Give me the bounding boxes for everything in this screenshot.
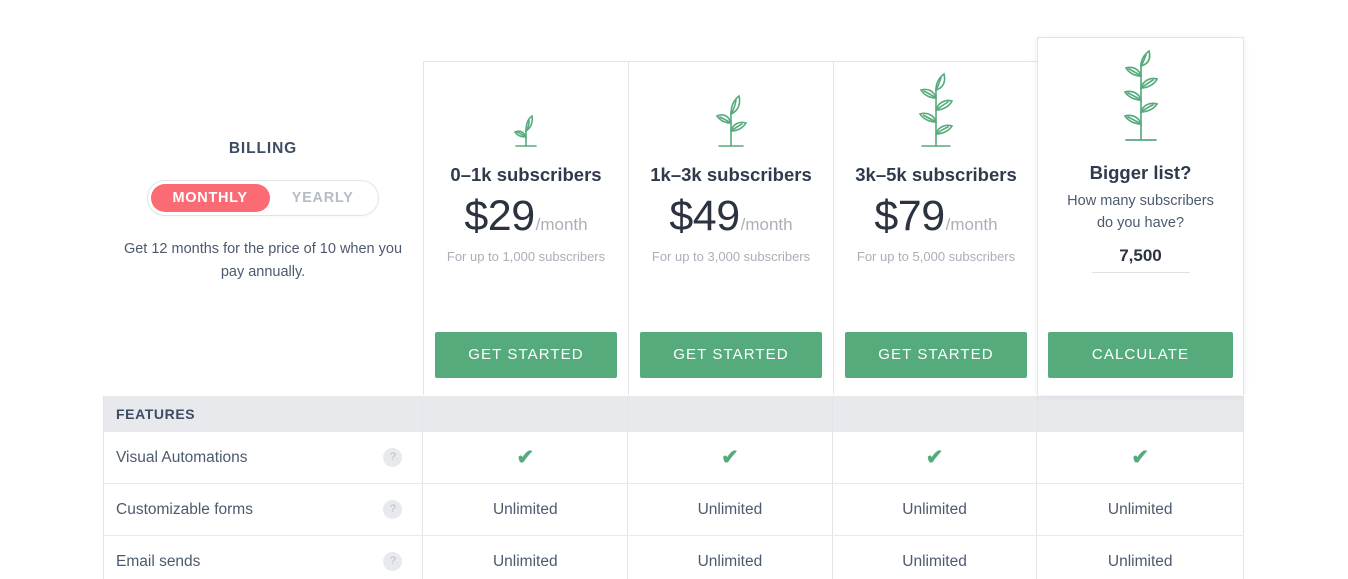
plan-period: /month xyxy=(945,215,998,234)
feature-label: Email sends xyxy=(116,552,201,570)
pricing-card-0-1k[interactable]: 0–1k subscribers $29 /month For up to 1,… xyxy=(423,61,629,395)
feature-value-cell: Unlimited xyxy=(423,536,629,579)
plan-title: 3k–5k subscribers xyxy=(855,164,1017,185)
get-started-button[interactable]: GET STARTED xyxy=(435,332,617,378)
plan-title: 1k–3k subscribers xyxy=(650,164,812,185)
custom-plan-question: How many subscribers do you have? xyxy=(1067,193,1214,231)
get-started-button[interactable]: GET STARTED xyxy=(845,332,1027,378)
plan-price: $79 xyxy=(874,192,945,240)
get-started-button[interactable]: GET STARTED xyxy=(640,332,822,378)
feature-value-cell: Unlimited xyxy=(628,484,833,535)
plan-price-row: $49 /month xyxy=(629,192,833,241)
feature-name-cell: Customizable forms ? xyxy=(104,484,424,535)
check-icon: ✔ xyxy=(516,446,535,469)
plan-subtext: For up to 1,000 subscribers xyxy=(446,249,606,264)
table-row: Customizable forms ? Unlimited Unlimited… xyxy=(103,484,1244,536)
column-divider xyxy=(1037,396,1038,432)
plant-large-icon xyxy=(834,62,1038,154)
feature-name-cell: Visual Automations ? xyxy=(104,432,424,483)
plan-price-row: $79 /month xyxy=(834,192,1038,241)
pricing-card-3k-5k[interactable]: 3k–5k subscribers $79 /month For up to 5… xyxy=(833,61,1039,395)
feature-value-cell: Unlimited xyxy=(833,484,1038,535)
toggle-option-monthly[interactable]: MONTHLY xyxy=(150,184,270,212)
feature-value-cell: ✔ xyxy=(628,432,833,483)
plant-tall-icon xyxy=(1038,38,1243,148)
feature-label: Customizable forms xyxy=(116,500,253,518)
billing-note: Get 12 months for the price of 10 when y… xyxy=(123,241,403,280)
feature-value-cell: ✔ xyxy=(423,432,629,483)
feature-value-cell: Unlimited xyxy=(423,484,629,535)
feature-label: Visual Automations xyxy=(116,448,248,466)
check-icon: ✔ xyxy=(1131,446,1149,469)
column-divider xyxy=(422,396,423,432)
feature-value-cell: Unlimited xyxy=(1107,552,1173,570)
table-row: Visual Automations ? ✔ ✔ ✔ ✔ xyxy=(103,432,1244,484)
toggle-option-yearly[interactable]: YEARLY xyxy=(270,184,376,212)
table-row: Email sends ? Unlimited Unlimited Unlimi… xyxy=(103,536,1244,579)
plan-subtext: For up to 3,000 subscribers xyxy=(651,249,811,264)
check-icon: ✔ xyxy=(721,446,739,469)
custom-plan-title: Bigger list? xyxy=(1089,162,1192,183)
features-table-header: FEATURES xyxy=(103,396,1244,432)
pricing-page: BILLING MONTHLY YEARLY Get 12 months for… xyxy=(0,0,1348,579)
plan-price-row: $29 /month xyxy=(424,192,628,241)
help-icon[interactable]: ? xyxy=(383,552,403,571)
help-icon[interactable]: ? xyxy=(383,500,403,519)
feature-value-cell: ✔ xyxy=(1037,432,1243,483)
feature-value-cell: Unlimited xyxy=(833,536,1038,579)
plan-period: /month xyxy=(535,215,588,234)
plan-price: $49 xyxy=(669,192,740,240)
subscriber-count-input[interactable] xyxy=(1091,246,1190,273)
plan-subtext: For up to 5,000 subscribers xyxy=(856,249,1016,264)
billing-period-toggle[interactable]: MONTHLY YEARLY xyxy=(146,180,380,216)
feature-value-cell: Unlimited xyxy=(628,536,833,579)
pricing-card-1k-3k[interactable]: 1k–3k subscribers $49 /month For up to 3… xyxy=(628,61,834,395)
plan-price: $29 xyxy=(464,192,535,240)
pricing-card-custom[interactable]: Bigger list? How many subscribers do you… xyxy=(1037,37,1244,395)
feature-name-cell: Email sends ? xyxy=(104,536,424,579)
billing-panel: BILLING MONTHLY YEARLY Get 12 months for… xyxy=(103,140,423,284)
check-icon: ✔ xyxy=(925,446,944,469)
sprout-medium-icon xyxy=(629,62,833,154)
sprout-small-icon xyxy=(424,62,628,154)
calculate-button[interactable]: CALCULATE xyxy=(1048,332,1233,378)
features-header-label: FEATURES xyxy=(116,406,196,422)
column-divider xyxy=(832,396,833,432)
plan-title: 0–1k subscribers xyxy=(450,164,602,185)
billing-title: BILLING xyxy=(228,140,298,157)
plan-period: /month xyxy=(740,215,793,234)
features-table: FEATURES Visual Automations ? ✔ ✔ ✔ ✔ Cu… xyxy=(103,396,1244,579)
help-icon[interactable]: ? xyxy=(383,448,403,467)
feature-value-cell: Unlimited xyxy=(1107,500,1173,518)
feature-value-cell: ✔ xyxy=(833,432,1038,483)
column-divider xyxy=(627,396,628,432)
